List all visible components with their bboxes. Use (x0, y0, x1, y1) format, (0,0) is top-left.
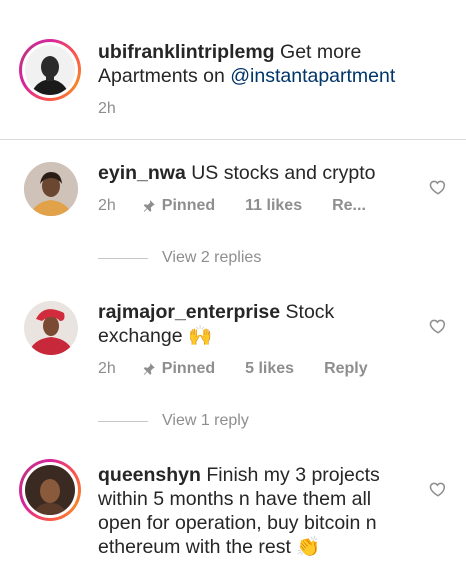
pinned-label: Pinned (142, 360, 215, 378)
caption-avatar (25, 45, 75, 95)
comment-avatar-story-ring[interactable] (19, 459, 81, 521)
comment-text: queenshyn Finish my 3 projects within 5 … (98, 463, 413, 559)
comment-avatar (25, 465, 75, 515)
comment-time: 2h (98, 197, 116, 214)
reply-button[interactable]: Reply (324, 360, 368, 378)
pin-icon (142, 362, 156, 376)
comment-username[interactable]: queenshyn (98, 464, 201, 486)
comment-time: 2h (98, 360, 116, 377)
reply-button[interactable]: Re... (332, 197, 366, 215)
caption-username[interactable]: ubifranklintriplemg (98, 41, 275, 63)
caption-text: ubifranklintriplemg Get more Apartments … (98, 40, 438, 88)
pinned-label: Pinned (142, 197, 215, 215)
heart-outline-icon[interactable] (429, 480, 447, 498)
caption-time: 2h (98, 100, 116, 117)
view-replies-divider (98, 257, 148, 259)
caption-mention-link[interactable]: @instantapartment (230, 65, 395, 87)
heart-outline-icon[interactable] (429, 317, 447, 335)
view-replies-button[interactable]: View 1 reply (98, 412, 249, 430)
pin-icon (142, 199, 156, 213)
view-replies-divider (98, 420, 148, 422)
clapping-hands-emoji: 👏 (296, 536, 321, 558)
heart-outline-icon[interactable] (429, 178, 447, 196)
likes-count[interactable]: 5 likes (245, 360, 294, 378)
comment-username[interactable]: eyin_nwa (98, 162, 186, 184)
comment-text: eyin_nwa US stocks and crypto (98, 161, 418, 185)
view-replies-button[interactable]: View 2 replies (98, 249, 261, 267)
likes-count[interactable]: 11 likes (245, 197, 302, 215)
comment-meta: 2h Pinned 5 likes Reply (98, 360, 368, 378)
comment-body: US stocks and crypto (191, 162, 376, 184)
caption-meta: 2h (98, 100, 116, 118)
comment-text: rajmajor_enterprise Stock exchange 🙌 (98, 300, 398, 348)
comment-avatar[interactable] (24, 162, 78, 216)
caption-avatar-story-ring[interactable] (19, 39, 81, 101)
comment-avatar[interactable] (24, 301, 78, 355)
raised-hands-emoji: 🙌 (188, 325, 213, 347)
comment-meta: 2h Pinned 11 likes Re... (98, 197, 366, 215)
comment-username[interactable]: rajmajor_enterprise (98, 301, 280, 323)
post-caption: ubifranklintriplemg Get more Apartments … (0, 0, 466, 140)
